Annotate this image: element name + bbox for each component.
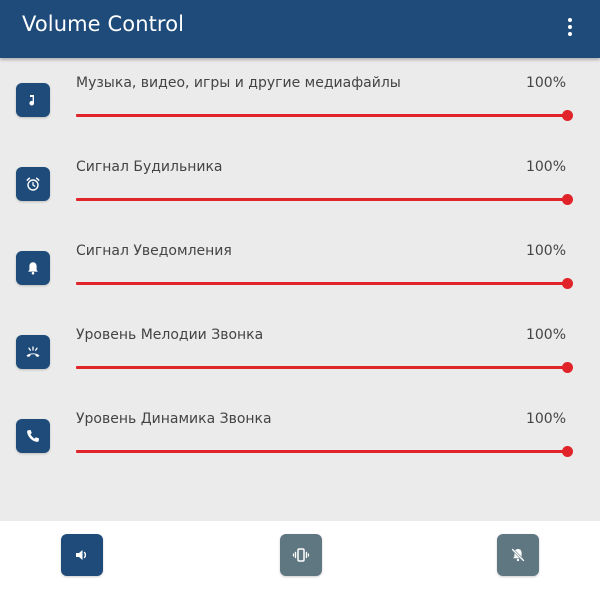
slider-track	[76, 114, 568, 117]
slider-thumb[interactable]	[562, 446, 573, 457]
slider-track	[76, 198, 568, 201]
volume-row-media: Музыка, видео, игры и другие медиафайлы …	[0, 58, 600, 142]
slider-thumb[interactable]	[562, 194, 573, 205]
volume-label: Сигнал Будильника	[76, 159, 223, 175]
speaker-icon	[76, 550, 87, 560]
volume-row-alarm: Сигнал Будильника 100%	[0, 142, 600, 226]
vibrate-icon	[292, 548, 310, 562]
slider-track	[76, 450, 568, 453]
volume-row-ringtone: Уровень Мелодии Звонка 100%	[0, 310, 600, 394]
more-vert-icon[interactable]	[560, 15, 580, 39]
volume-percent: 100%	[525, 243, 566, 259]
music-note-icon	[16, 83, 50, 117]
volume-label: Уровень Мелодии Звонка	[76, 327, 264, 343]
slider-thumb[interactable]	[562, 278, 573, 289]
volume-slider[interactable]	[76, 357, 573, 377]
volume-percent: 100%	[525, 75, 566, 91]
phone-icon	[16, 419, 50, 453]
app-title: Volume Control	[22, 12, 185, 36]
silent-mode-button[interactable]	[497, 534, 539, 576]
volume-slider[interactable]	[76, 105, 573, 125]
bell-off-icon	[511, 548, 525, 562]
volume-percent: 100%	[525, 327, 566, 343]
app-bar: Volume Control	[0, 0, 600, 58]
slider-thumb[interactable]	[562, 110, 573, 121]
volume-percent: 100%	[525, 411, 566, 427]
volume-row-call: Уровень Динамика Звонка 100%	[0, 394, 600, 478]
slider-thumb[interactable]	[562, 362, 573, 373]
volume-row-notification: Сигнал Уведомления 100%	[0, 226, 600, 310]
volume-slider[interactable]	[76, 189, 573, 209]
volume-slider[interactable]	[76, 273, 573, 293]
volume-label: Музыка, видео, игры и другие медиафайлы	[76, 75, 401, 91]
volume-percent: 100%	[525, 159, 566, 175]
volume-label: Сигнал Уведомления	[76, 243, 232, 259]
bell-icon	[16, 251, 50, 285]
volume-slider[interactable]	[76, 441, 573, 461]
slider-track	[76, 282, 568, 285]
sound-mode-button[interactable]	[61, 534, 103, 576]
alarm-clock-icon	[16, 167, 50, 201]
volume-label: Уровень Динамика Звонка	[76, 411, 272, 427]
sound-mode-bar	[0, 521, 600, 593]
ringing-phone-icon	[16, 335, 50, 369]
slider-track	[76, 366, 568, 369]
vibrate-mode-button[interactable]	[280, 534, 322, 576]
